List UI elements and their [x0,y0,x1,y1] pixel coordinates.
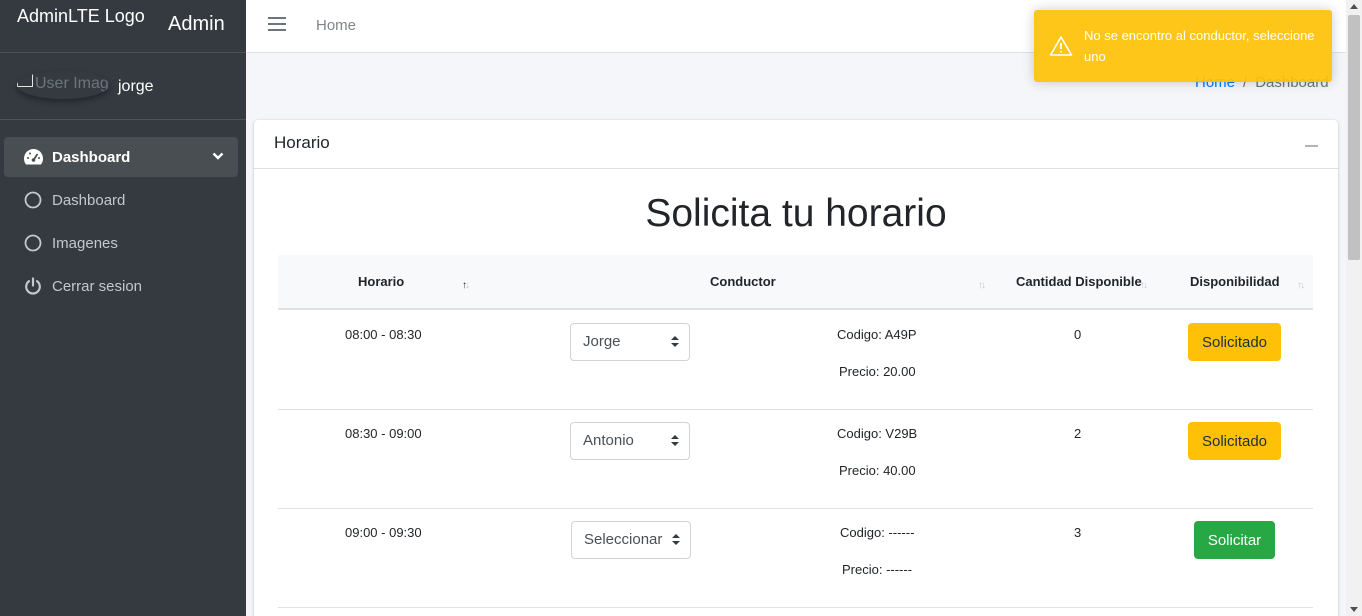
cell-precio: Precio: 40.00 [839,463,916,478]
brand-logo: AdminLTE Logo [17,6,145,26]
power-icon [22,275,44,297]
warning-icon [1049,35,1073,62]
collapse-icon[interactable] [1305,145,1318,147]
warning-toast[interactable]: No se encontro al conductor, seleccione … [1034,10,1332,82]
scroll-down-icon[interactable] [1350,607,1358,612]
circle-icon [22,189,44,211]
cell-codigo: Codigo: A49P [837,327,917,342]
sidebar-item-dashboard[interactable]: Dashboard [4,180,238,220]
cell-horario: 09:00 - 09:30 [345,525,422,540]
brand-text[interactable]: Admin [168,13,225,36]
select-arrows-icon [671,435,679,447]
page-scrollbar[interactable] [1346,0,1362,616]
scroll-thumb[interactable] [1348,15,1360,260]
toast-message: No se encontro al conductor, seleccione … [1084,28,1315,64]
horario-card: Horario Solicita tu horario Horario ↑↓ C… [254,120,1338,616]
card-title: Horario [274,133,330,152]
cell-codigo: Codigo: ------ [840,525,915,540]
sidebar-item-dashboard-menu[interactable]: Dashboard [4,137,238,177]
solicitado-button[interactable]: Solicitado [1188,323,1281,361]
sort-asc-icon[interactable]: ↑↓ [462,280,470,291]
scroll-up-icon[interactable] [1350,4,1358,9]
user-name[interactable]: jorge [118,78,154,96]
sidebar: AdminLTE Logo Admin User Image jorge Das… [0,0,246,616]
cell-precio: Precio: 20.00 [839,364,916,379]
sort-icon[interactable]: ↑↓ [978,280,986,291]
conductor-select[interactable]: Seleccionar [571,521,691,559]
sort-icon[interactable]: ↑↓ [1140,280,1148,291]
select-arrows-icon [672,534,680,546]
user-panel: User Image jorge [0,53,246,120]
select-arrows-icon [671,336,679,348]
conductor-select[interactable]: Jorge [570,323,690,361]
cell-horario: 08:30 - 09:00 [345,426,422,441]
chevron-down-icon [212,148,224,165]
cell-cantidad: 3 [1074,525,1082,540]
table-header: Horario ↑↓ Conductor ↑↓ Cantidad Disponi… [278,255,1313,310]
sidebar-item-label: Imagenes [52,234,118,252]
avatar-alt-text: User Image [35,75,109,92]
table-row: 09:00 - 09:30 Seleccionar Codigo: ------… [278,509,1313,608]
cell-horario: 08:00 - 08:30 [345,327,422,342]
table-row: 08:00 - 08:30 Jorge Codigo: A49P Precio:… [278,311,1313,410]
cell-codigo: Codigo: V29B [837,426,918,441]
sidebar-item-label: Dashboard [52,148,131,166]
sidebar-item-cerrar-sesion[interactable]: Cerrar sesion [4,266,238,306]
table-row: 08:30 - 09:00 Antonio Codigo: V29B Preci… [278,410,1313,509]
column-header-horario[interactable]: Horario [358,274,404,289]
column-header-conductor[interactable]: Conductor [710,274,776,289]
conductor-select[interactable]: Antonio [570,422,690,460]
sidebar-item-label: Dashboard [52,191,126,209]
user-avatar: User Image [17,71,109,99]
menu-toggle-icon[interactable] [268,17,286,33]
solicitado-button[interactable]: Solicitado [1188,422,1281,460]
column-header-disponibilidad[interactable]: Disponibilidad [1190,274,1280,289]
page-heading: Solicita tu horario [645,192,947,235]
sidebar-item-imagenes[interactable]: Imagenes [4,223,238,263]
cell-cantidad: 2 [1074,426,1082,441]
tachometer-icon [22,146,44,168]
sort-icon[interactable]: ↑↓ [1297,280,1305,291]
brand[interactable]: AdminLTE Logo Admin [0,0,246,53]
broken-image-icon [17,71,33,87]
sidebar-item-label: Cerrar sesion [52,277,143,295]
cell-cantidad: 0 [1074,327,1082,342]
cell-precio: Precio: ------ [842,562,913,577]
circle-icon [22,232,44,254]
column-header-cantidad[interactable]: Cantidad Disponible [1016,274,1142,289]
solicitar-button[interactable]: Solicitar [1194,521,1275,559]
sidebar-nav: Dashboard Dashboard Imagenes Cerrar sesi… [4,137,238,309]
nav-home-link[interactable]: Home [316,17,356,34]
card-header: Horario [254,120,1338,169]
